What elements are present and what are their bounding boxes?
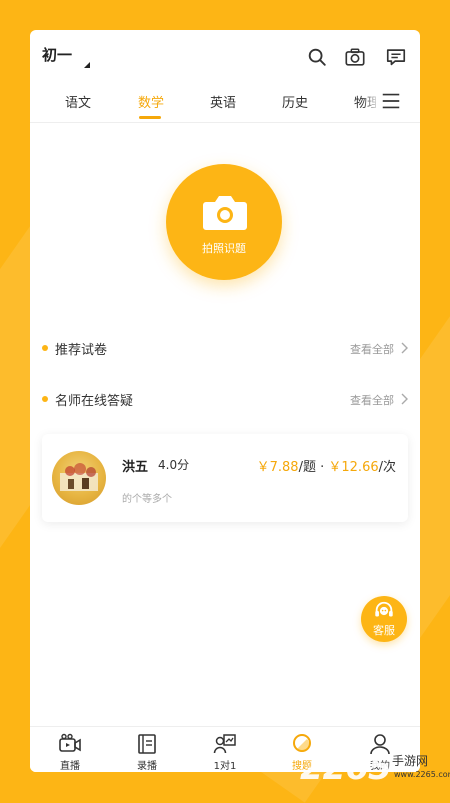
nav-label: 直播 (60, 761, 80, 772)
caret-down-icon[interactable] (84, 62, 90, 68)
book-icon (138, 734, 156, 754)
grade-selector[interactable]: 初一 (42, 44, 72, 65)
tabs-divider (30, 122, 420, 123)
menu-icon[interactable] (380, 90, 402, 112)
avatar (52, 451, 106, 505)
camera-icon (203, 196, 247, 230)
tab-english[interactable]: 英语 (210, 92, 236, 111)
teacher-qa-section: 名师在线答疑 查看全部 (30, 387, 420, 411)
subject-tabs: 语文 数学 英语 历史 物理 (30, 86, 420, 124)
customer-service-label: 客服 (373, 624, 395, 637)
price-per-question: 7.88 (269, 460, 299, 475)
section-title: 推荐试卷 (55, 343, 108, 358)
headset-icon (375, 601, 393, 617)
price-info: ￥7.88/题 · ￥12.66/次 (257, 456, 396, 475)
chevron-right-icon[interactable] (400, 393, 408, 405)
tutor-board-icon (213, 734, 236, 754)
message-icon[interactable] (385, 46, 407, 68)
chevron-right-icon[interactable] (400, 342, 408, 354)
tab-history[interactable]: 历史 (282, 92, 308, 111)
teacher-rating: 4.0分 (158, 458, 190, 472)
nav-label: 录播 (137, 761, 157, 772)
video-icon (59, 733, 81, 752)
nav-recorded[interactable]: 录播 (117, 727, 177, 772)
active-tab-indicator (139, 116, 161, 119)
header: 初一 (30, 30, 420, 84)
view-all-link[interactable]: 查看全部 (350, 341, 394, 357)
customer-service-button[interactable]: 客服 (361, 596, 407, 642)
teacher-description: 的个等多个 (122, 494, 172, 505)
watermark-logo: 2265 (300, 748, 392, 788)
currency-symbol: ￥ (328, 460, 342, 475)
bullet-dot (42, 345, 48, 351)
bullet-dot (42, 396, 48, 402)
price-unit: /次 (378, 460, 396, 475)
photo-search-button[interactable]: 拍照识题 (166, 164, 282, 280)
watermark-url: www.2265.com (394, 770, 450, 779)
avatar-photo (60, 463, 98, 491)
nav-live[interactable]: 直播 (40, 727, 100, 772)
price-separator: · (315, 460, 329, 475)
tabs-fade (362, 86, 380, 124)
watermark-text: 手游网 (392, 754, 429, 768)
section-title: 名师在线答疑 (55, 394, 134, 409)
price-unit: /题 (298, 460, 316, 475)
nav-one-on-one[interactable]: 1对1 (195, 727, 255, 772)
teacher-name: 洪五 (122, 460, 149, 475)
search-icon[interactable] (306, 46, 328, 68)
app-screen: 初一 语文 数学 英语 历史 物理 (30, 30, 420, 772)
photo-search-label: 拍照识题 (202, 242, 246, 255)
nav-label: 1对1 (213, 761, 237, 772)
view-all-link[interactable]: 查看全部 (350, 392, 394, 408)
camera-outline-icon[interactable] (344, 46, 366, 68)
price-per-session: 12.66 (341, 460, 379, 475)
tab-math[interactable]: 数学 (138, 92, 164, 111)
teacher-card[interactable]: 洪五 4.0分 ￥7.88/题 · ￥12.66/次 的个等多个 (42, 434, 408, 522)
recommended-papers-section: 推荐试卷 查看全部 (30, 336, 420, 360)
tab-chinese[interactable]: 语文 (65, 92, 91, 111)
currency-symbol: ￥ (256, 460, 270, 475)
